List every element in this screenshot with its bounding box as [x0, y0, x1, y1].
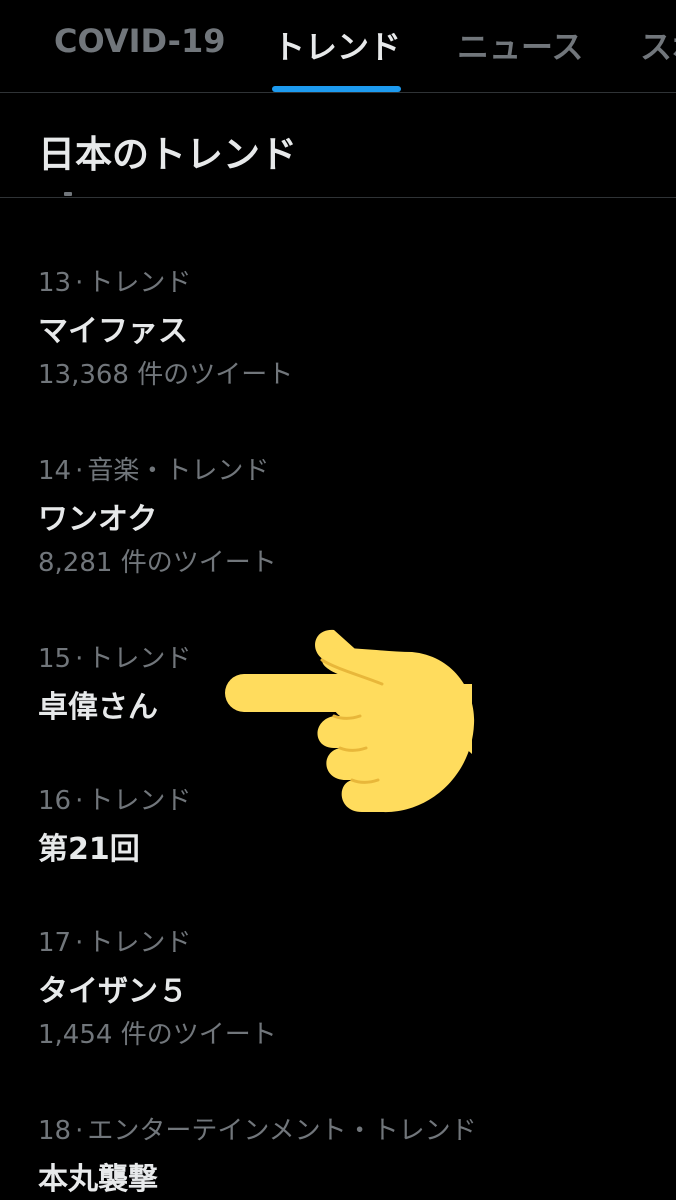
meta-separator: · [75, 268, 84, 298]
trend-rank: 15 [38, 644, 72, 674]
tab-bar: COVID-19 トレンド ニュース スポ [0, 0, 676, 93]
trend-rank: 17 [38, 928, 72, 958]
meta-separator: · [75, 456, 84, 486]
meta-separator: · [75, 644, 84, 674]
trend-rank: 13 [38, 268, 72, 298]
tab-trends[interactable]: トレンド [273, 22, 401, 68]
trend-name: タイザン５ [38, 974, 188, 1009]
tab-sports[interactable]: スポ [640, 22, 676, 68]
trend-category: トレンド [87, 644, 192, 674]
trend-rank: 16 [38, 786, 72, 816]
trend-tweet-count: 8,281 件のツイート [38, 548, 277, 578]
meta-separator: · [75, 928, 84, 958]
previous-item-stub [64, 192, 72, 196]
trend-meta: 14 · 音楽・トレンド [38, 450, 269, 487]
trend-meta: 15 · トレンド [38, 638, 191, 675]
trend-meta: 13 · トレンド [38, 262, 191, 299]
trend-category: 音楽・トレンド [87, 456, 270, 486]
trend-rank: 14 [38, 456, 72, 486]
trend-item[interactable]: 13 · トレンド マイファス 13,368 件のツイート [0, 262, 676, 412]
trend-category: トレンド [87, 928, 192, 958]
trends-page: COVID-19 トレンド ニュース スポ 日本のトレンド 13·トレンド マイ… [0, 0, 676, 1200]
tab-news[interactable]: ニュース [457, 22, 583, 68]
pointing-hand-icon [225, 629, 475, 813]
active-tab-indicator [272, 86, 401, 92]
trend-category: エンターテインメント・トレンド [87, 1116, 477, 1146]
trend-item[interactable]: 18 · エンターテインメント・トレンド 本丸襲撃 [0, 1110, 676, 1200]
meta-separator: · [75, 786, 84, 816]
trend-tweet-count: 13,368 件のツイート [38, 360, 294, 390]
trend-meta: 16 · トレンド [38, 780, 191, 817]
trend-item[interactable]: 14 · 音楽・トレンド ワンオク 8,281 件のツイート [0, 450, 676, 600]
trend-tweet-count: 1,454 件のツイート [38, 1020, 277, 1050]
meta-separator: · [75, 1116, 84, 1146]
trend-name: 本丸襲撃 [38, 1162, 158, 1197]
trend-meta: 18 · エンターテインメント・トレンド [38, 1110, 477, 1147]
trend-rank: 18 [38, 1116, 72, 1146]
section-title: 日本のトレンド [38, 133, 297, 176]
trend-category: トレンド [87, 786, 192, 816]
trend-item[interactable]: 17 · トレンド タイザン５ 1,454 件のツイート [0, 922, 676, 1072]
trend-name: マイファス [38, 314, 188, 349]
trend-name: 卓偉さん [38, 690, 158, 725]
trend-name: 第21回 [38, 832, 140, 867]
trend-meta: 17 · トレンド [38, 922, 191, 959]
trend-name: ワンオク [38, 502, 158, 537]
tab-covid-19[interactable]: COVID-19 [54, 22, 225, 60]
trend-category: トレンド [87, 268, 192, 298]
